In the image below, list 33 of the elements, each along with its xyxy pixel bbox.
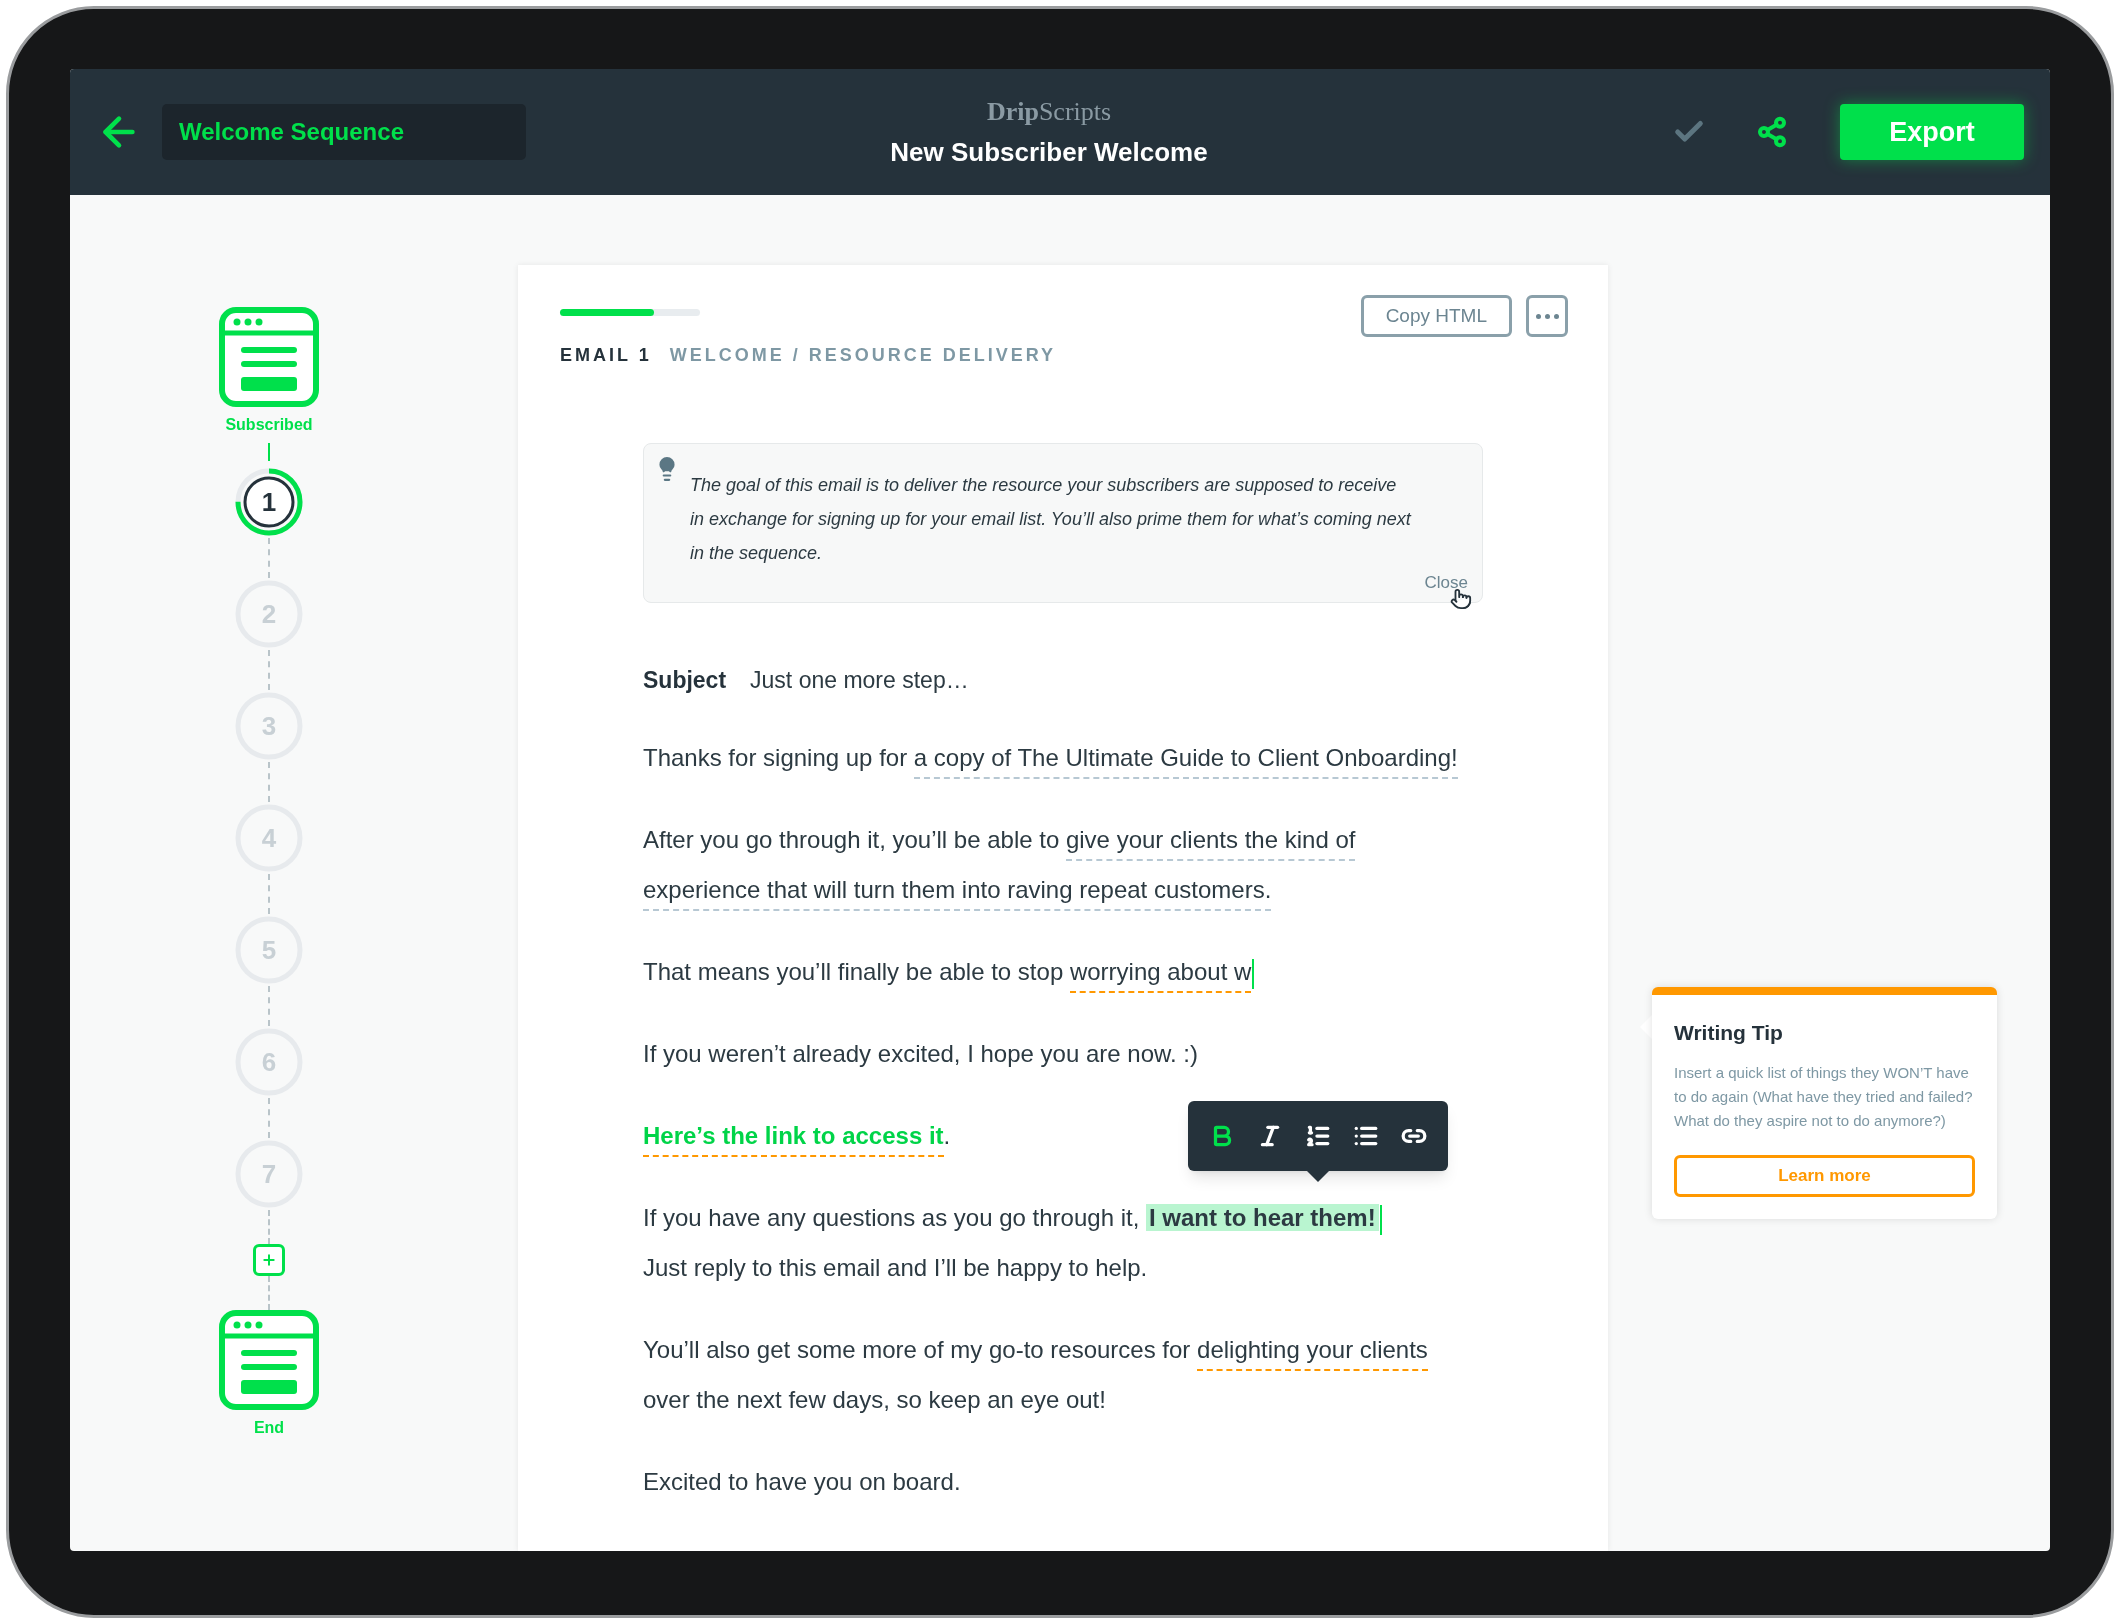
more-button[interactable] bbox=[1526, 295, 1568, 337]
export-button[interactable]: Export bbox=[1840, 104, 2024, 160]
toolbar-pointer bbox=[1307, 1171, 1329, 1182]
numbered-list-icon bbox=[1305, 1123, 1331, 1149]
body-paragraph: You’ll also get some more of my go-to resources for delighting your clients over the next few days, so keep an eye out! bbox=[643, 1335, 1429, 1415]
copy-html-button[interactable]: Copy HTML bbox=[1360, 295, 1512, 337]
email-number: EMAIL 1 bbox=[560, 344, 652, 367]
body-paragraph: Excited to have you on board. bbox=[643, 1467, 961, 1497]
page-icon bbox=[219, 1310, 319, 1410]
subject-label: Subject bbox=[643, 665, 727, 695]
body-paragraph: If you have any questions as you go through it, I want to hear them! Just reply to this email and I’ll be happy to help. bbox=[643, 1193, 1382, 1293]
tip-title: Writing Tip bbox=[1674, 1020, 1784, 1046]
email-category: WELCOME / RESOURCE DELIVERY bbox=[669, 344, 1057, 367]
step-label: Subscribed bbox=[225, 415, 313, 435]
body-paragraph: Thanks for signing up for a copy of The Ultimate Guide to Client Onboarding! bbox=[643, 733, 1458, 783]
plus-icon bbox=[261, 1252, 277, 1268]
access-link[interactable]: Here’s the link to access it bbox=[643, 1122, 944, 1157]
goal-text: The goal of this email is to deliver the resource your subscribers are supposed to receive in exchange for signing up for your email list. You’ll also prime them for what’s coming next in the sequence. bbox=[690, 474, 1412, 565]
body-paragraph: Here’s the link to access it. bbox=[643, 1111, 951, 1161]
share-icon[interactable] bbox=[1756, 116, 1788, 148]
step-label: End bbox=[253, 1418, 285, 1438]
tip-text: Insert a quick list of things they WON’T have to do again (What have they tried and failed? What do they aspire not to do anymore?) bbox=[1674, 1062, 1974, 1131]
page-icon bbox=[219, 307, 319, 407]
close-link[interactable]: Close bbox=[1424, 570, 1468, 596]
body-paragraph: After you go through it, you’ll be able to give your clients the kind of experience that will turn them into raving repeat customers. bbox=[643, 815, 1473, 915]
brand-logo: DripScripts bbox=[986, 96, 1112, 128]
sequence-name-field[interactable]: Welcome Sequence bbox=[162, 104, 526, 160]
email-title: New Subscriber Welcome bbox=[890, 136, 1208, 169]
subject-field[interactable]: Just one more step… bbox=[750, 662, 969, 697]
body-paragraph: That means you’ll finally be able to stop worrying about w bbox=[643, 947, 1255, 997]
step-node[interactable]: 1 bbox=[233, 466, 305, 538]
learn-more-button[interactable]: Learn more bbox=[1674, 1154, 1975, 1197]
body-paragraph: If you weren’t already excited, I hope you are now. :) bbox=[643, 1039, 1198, 1069]
